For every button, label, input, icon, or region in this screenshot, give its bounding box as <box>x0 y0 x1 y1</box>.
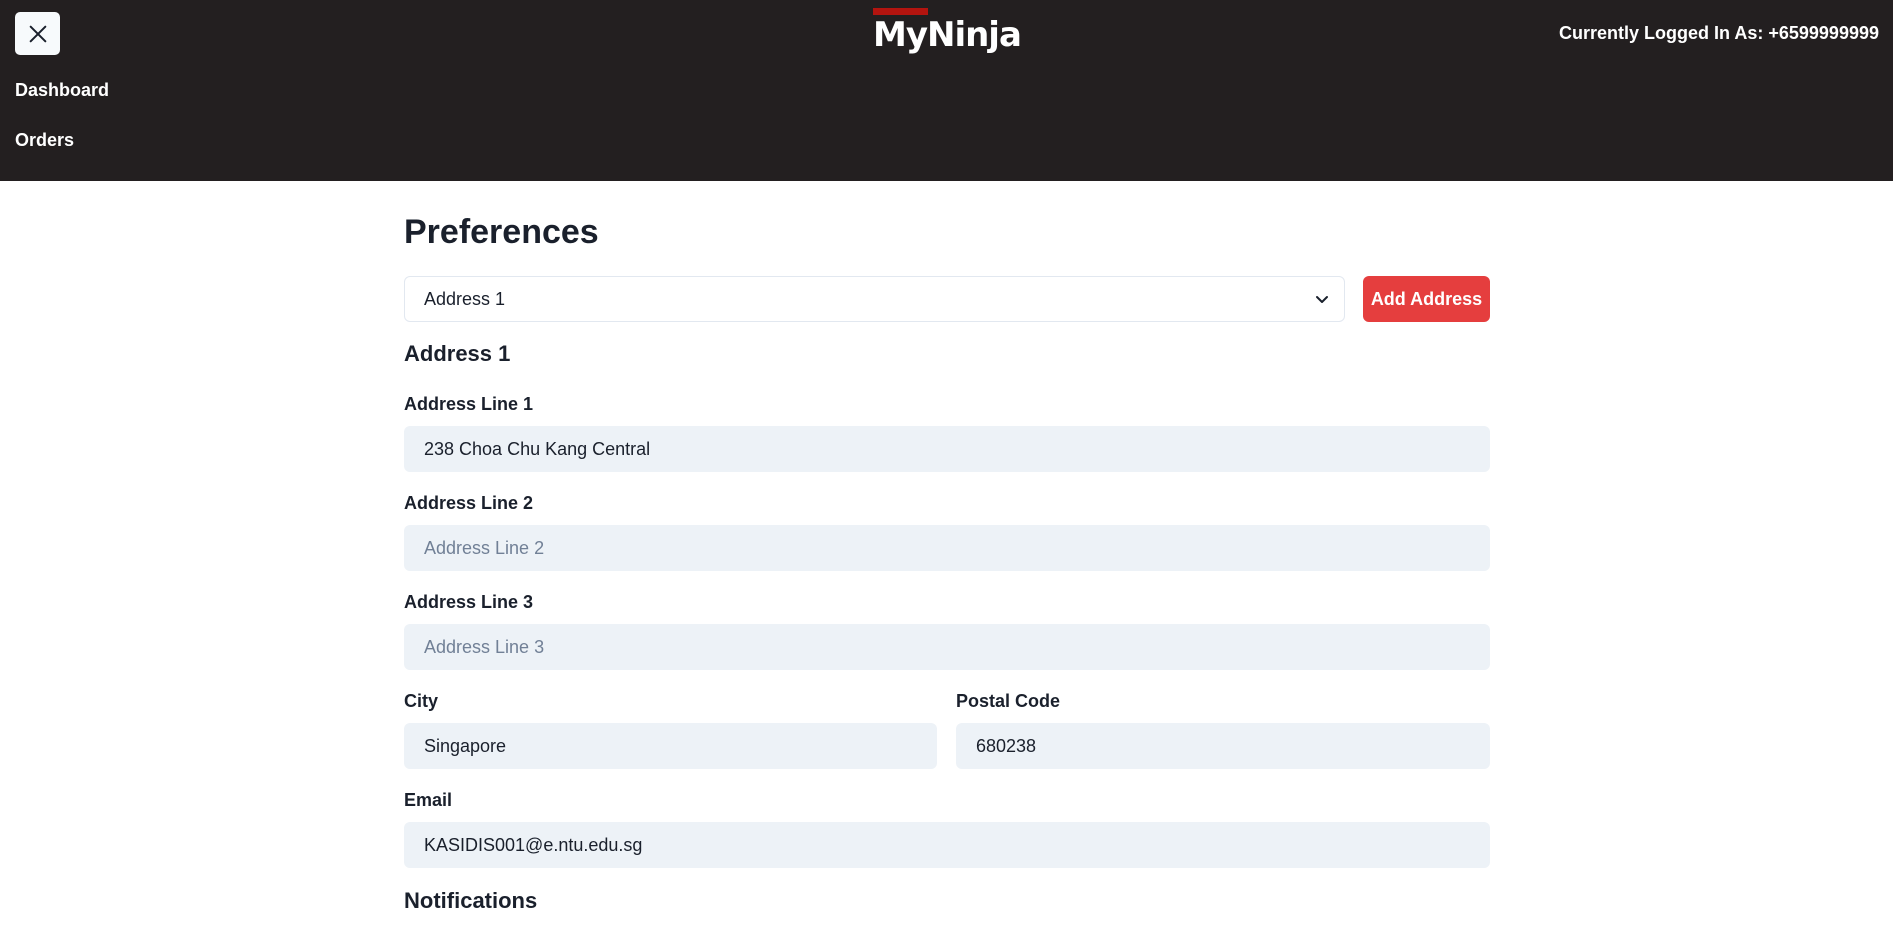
logo-text: MyNinja <box>873 15 1022 55</box>
address-line-3-input[interactable]: Address Line 3 <box>404 624 1490 670</box>
email-input[interactable]: KASIDIS001@e.ntu.edu.sg <box>404 822 1490 868</box>
address-select-value: Address 1 <box>424 288 506 309</box>
add-address-button[interactable]: Add Address <box>1363 276 1490 322</box>
postal-code-label: Postal Code <box>956 691 1061 711</box>
chevron-down-icon <box>1314 291 1330 307</box>
email-label: Email <box>404 790 453 810</box>
nav-orders-link[interactable]: Orders <box>15 130 74 151</box>
address-line-2-label: Address Line 2 <box>404 493 534 513</box>
notifications-heading: Notifications <box>404 888 538 913</box>
address-select[interactable]: Address 1 <box>404 276 1345 322</box>
myninja-logo[interactable]: MyNinja <box>873 8 1023 58</box>
address-line-1-label: Address Line 1 <box>404 394 534 414</box>
address-line-1-input[interactable]: 238 Choa Chu Kang Central <box>404 426 1490 472</box>
address-line-3-label: Address Line 3 <box>404 592 534 612</box>
top-header: Dashboard Orders MyNinja Currently Logge… <box>0 0 1893 181</box>
logged-in-status: Currently Logged In As: +6599999999 <box>1559 23 1879 43</box>
close-icon <box>27 23 49 45</box>
logo-accent-bar <box>873 8 928 15</box>
address-line-2-input[interactable]: Address Line 2 <box>404 525 1490 571</box>
city-input[interactable]: Singapore <box>404 723 937 769</box>
page-title: Preferences <box>404 213 599 251</box>
postal-code-input[interactable]: 680238 <box>956 723 1490 769</box>
nav-dashboard-link[interactable]: Dashboard <box>15 80 109 101</box>
city-label: City <box>404 691 439 711</box>
close-menu-button[interactable] <box>15 12 60 55</box>
address-heading: Address 1 <box>404 341 511 366</box>
